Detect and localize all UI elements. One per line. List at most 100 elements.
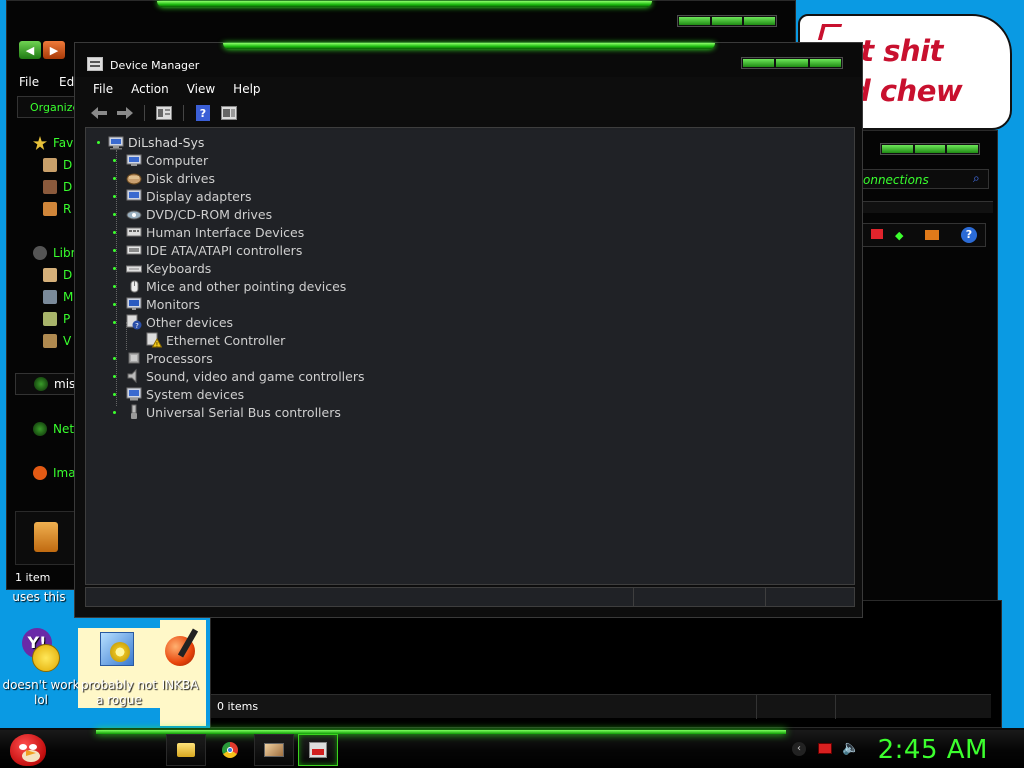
sidebar-item-documents[interactable]: D	[43, 266, 72, 284]
forward-arrow-icon[interactable]: ▶	[43, 41, 65, 59]
sidebar-item-downloads[interactable]: D	[43, 178, 72, 196]
expand-dot[interactable]	[113, 357, 116, 360]
search-icon[interactable]: ⌕	[973, 171, 980, 186]
organize-button[interactable]: Organize	[17, 96, 79, 118]
sidebar-item-libraries[interactable]: Libr	[33, 244, 76, 262]
tree-node[interactable]: DVD/CD-ROM drives	[126, 205, 272, 223]
pictures-icon	[43, 312, 57, 326]
menu-file[interactable]: File	[93, 79, 113, 99]
tree-node-label: Computer	[146, 152, 209, 168]
tree-node[interactable]: Sound, video and game controllers	[126, 367, 365, 385]
expand-dot[interactable]	[113, 285, 116, 288]
expand-dot[interactable]	[113, 159, 116, 162]
angry-bird-start-icon[interactable]	[2, 730, 54, 768]
dvd-drive-icon	[126, 206, 142, 222]
sidebar-item-network[interactable]: Net	[33, 420, 74, 438]
header-strip	[858, 201, 993, 213]
help-icon[interactable]: ?	[961, 227, 977, 243]
maximize-button[interactable]	[776, 59, 808, 67]
sidebar-item-desktop[interactable]: D	[43, 156, 72, 174]
menu-action[interactable]: Action	[131, 79, 169, 99]
tree-node[interactable]: ? Other devices	[126, 313, 233, 331]
minimize-button[interactable]	[743, 59, 775, 67]
back-icon[interactable]: ‹	[792, 742, 806, 756]
window-controls[interactable]	[880, 143, 980, 155]
settings-gears-icon	[96, 628, 142, 674]
device-tree[interactable]: DiLshad-Sys Computer Disk drives Display a…	[85, 127, 855, 585]
icon-toolbar[interactable]: ◆ ?	[858, 223, 986, 247]
expand-dot[interactable]	[113, 393, 116, 396]
taskbar-device-manager-button[interactable]	[298, 734, 338, 766]
expand-dot[interactable]	[113, 213, 116, 216]
status-bar: 0 items	[211, 694, 991, 719]
window-controls[interactable]	[741, 57, 843, 69]
expand-dot[interactable]	[113, 249, 116, 252]
volume-icon[interactable]: 🔈	[842, 740, 859, 756]
tree-node[interactable]: Human Interface Devices	[126, 223, 304, 241]
sidebar-item-favorites[interactable]: Fav	[33, 134, 73, 152]
menu-help[interactable]: Help	[233, 79, 260, 99]
desktop-icon-rogue[interactable]: probably not a rogue	[78, 628, 160, 708]
expand-dot[interactable]	[113, 177, 116, 180]
help-icon[interactable]: ?	[193, 104, 213, 122]
back-arrow-icon[interactable]	[89, 104, 109, 122]
clock[interactable]: 2:45 AM	[878, 735, 988, 765]
tree-node-label: Universal Serial Bus controllers	[146, 404, 341, 420]
forward-arrow-icon[interactable]	[115, 104, 135, 122]
tree-node[interactable]: Display adapters	[126, 187, 251, 205]
inkball-icon	[157, 628, 203, 674]
expand-dot[interactable]	[113, 303, 116, 306]
expand-dot[interactable]	[113, 267, 116, 270]
menu-view[interactable]: View	[187, 79, 215, 99]
view-icon[interactable]	[219, 104, 239, 122]
tree-node[interactable]: Processors	[126, 349, 213, 367]
sidebar-item-images[interactable]: Ima	[33, 464, 76, 482]
sidebar-item-videos[interactable]: V	[43, 332, 71, 350]
tree-node[interactable]: Mice and other pointing devices	[126, 277, 346, 295]
sidebar-item-pictures[interactable]: P	[43, 310, 70, 328]
flag-icon[interactable]	[871, 229, 883, 239]
expand-dot[interactable]	[113, 321, 116, 324]
search-input[interactable]: onnections	[858, 169, 989, 189]
tree-node[interactable]: Disk drives	[126, 169, 215, 187]
tree-node[interactable]: ! Ethernet Controller	[146, 331, 285, 349]
taskbar-chrome-button[interactable]	[210, 734, 250, 766]
sidebar-label: P	[63, 312, 71, 326]
taskbar-media-button[interactable]	[254, 734, 294, 766]
homegroup-item[interactable]: mis	[15, 373, 81, 395]
sidebar-label: Ima	[53, 466, 76, 480]
star-icon	[33, 136, 47, 150]
tree-node[interactable]: Monitors	[126, 295, 200, 313]
expand-dot[interactable]	[113, 231, 116, 234]
expand-dot[interactable]	[113, 375, 116, 378]
desktop-icon-label-partial[interactable]: uses this	[0, 590, 78, 604]
device-manager-window[interactable]: Device Manager File Action View Help ? D…	[74, 42, 863, 618]
taskbar-explorer-button[interactable]	[166, 734, 206, 766]
window-controls[interactable]	[677, 15, 777, 27]
tree-node[interactable]: Universal Serial Bus controllers	[126, 403, 341, 421]
desktop-icon-yahoo[interactable]: Y! doesn't work lol	[0, 628, 82, 708]
hid-icon	[126, 224, 142, 240]
close-button[interactable]	[809, 59, 841, 67]
expand-dot[interactable]	[113, 411, 116, 414]
expand-dot[interactable]	[113, 195, 116, 198]
tree-node[interactable]: IDE ATA/ATAPI controllers	[126, 241, 302, 259]
tree-node[interactable]: System devices	[126, 385, 244, 403]
back-arrow-icon[interactable]: ◀	[19, 41, 41, 59]
diamond-icon[interactable]: ◆	[895, 229, 903, 242]
sidebar-item-recent[interactable]: R	[43, 200, 71, 218]
tool-icon[interactable]	[925, 230, 939, 240]
menu-file[interactable]: File	[19, 75, 39, 89]
menu-edit[interactable]: Ed	[59, 75, 74, 89]
tree-root[interactable]: DiLshad-Sys	[108, 133, 204, 151]
device-manager-icon	[87, 57, 103, 71]
bottom-window[interactable]: 0 items	[210, 600, 1002, 728]
tree-node[interactable]: Computer	[126, 151, 208, 169]
title-bar[interactable]: Device Manager	[75, 43, 862, 77]
file-icon	[34, 522, 58, 552]
display-icon[interactable]	[818, 743, 832, 754]
desktop-icon-inkball[interactable]: INKBA	[150, 628, 210, 693]
tree-node[interactable]: Keyboards	[126, 259, 211, 277]
sidebar-item-music[interactable]: M	[43, 288, 73, 306]
properties-icon[interactable]	[154, 104, 174, 122]
